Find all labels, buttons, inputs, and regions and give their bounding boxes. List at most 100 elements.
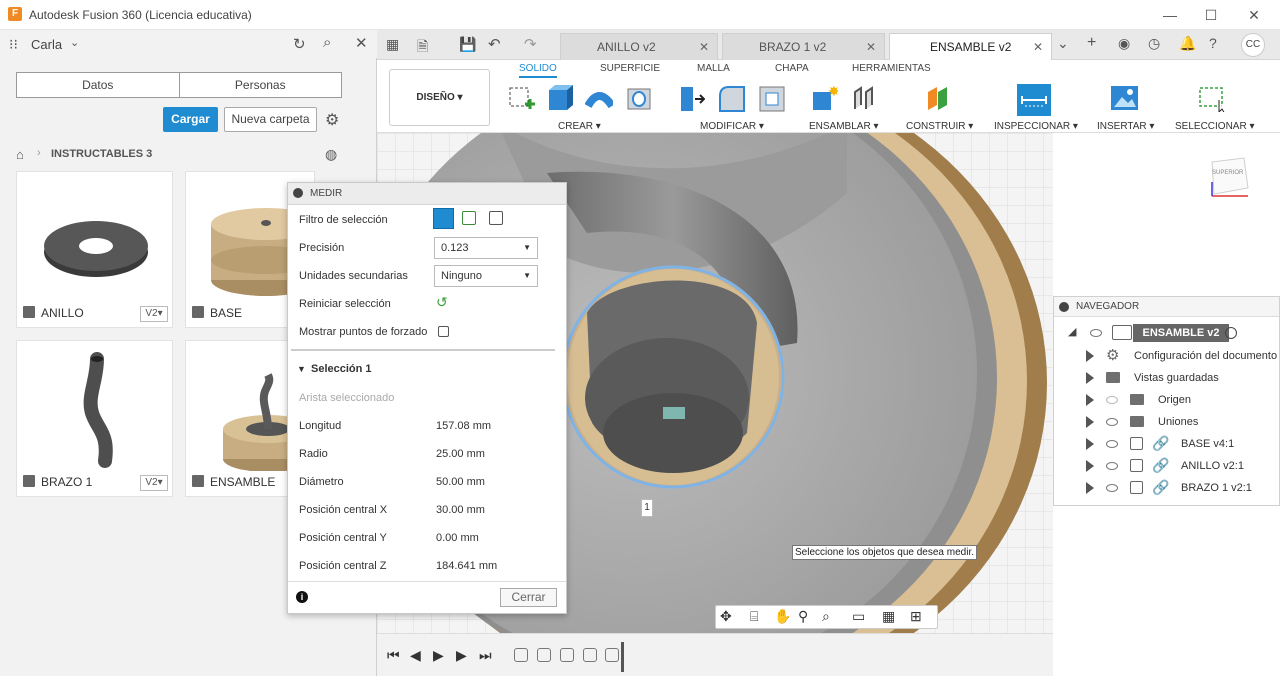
select-edge-filter-icon[interactable] bbox=[489, 211, 503, 225]
tab-solido[interactable]: SOLIDO bbox=[519, 63, 557, 78]
timeline-feature-icon[interactable] bbox=[583, 648, 597, 662]
zoom-icon[interactable]: ⚲ bbox=[798, 608, 808, 625]
select-body-filter-icon[interactable] bbox=[433, 208, 454, 229]
extensions-icon[interactable]: ◉ bbox=[1118, 35, 1130, 52]
doc-tab-brazo[interactable]: BRAZO 1 v2 ✕ bbox=[722, 33, 885, 60]
user-name[interactable]: Carla bbox=[31, 37, 62, 52]
redo-icon[interactable]: ↷ bbox=[524, 35, 537, 53]
crear-group[interactable]: CREAR ▾ bbox=[558, 121, 601, 132]
go-to-start-icon[interactable]: ⏮ bbox=[387, 647, 400, 664]
measure-icon[interactable] bbox=[1017, 84, 1051, 116]
tab-datos[interactable]: Datos bbox=[17, 73, 180, 97]
eye-icon[interactable] bbox=[1106, 462, 1118, 470]
browser-item[interactable]: 🔗 BASE v4:1 bbox=[1054, 433, 1280, 455]
undo-icon[interactable]: ↶ bbox=[488, 35, 501, 53]
close-panel-icon[interactable]: ✕ bbox=[355, 34, 368, 52]
browser-item[interactable]: Vistas guardadas bbox=[1054, 367, 1280, 389]
file-icon[interactable]: 🗎 bbox=[417, 36, 428, 60]
collapse-icon[interactable] bbox=[293, 188, 303, 198]
precision-select[interactable]: 0.123 ▼ bbox=[434, 237, 538, 259]
insertar-group[interactable]: INSERTAR ▾ bbox=[1097, 121, 1154, 132]
viewcube[interactable]: SUPERIOR bbox=[1204, 152, 1252, 202]
maximize-button[interactable]: ☐ bbox=[1201, 5, 1221, 25]
eye-icon[interactable] bbox=[1106, 484, 1118, 492]
close-tab-icon[interactable]: ✕ bbox=[1033, 34, 1043, 60]
grid-icon[interactable]: ▦ bbox=[386, 36, 399, 53]
play-icon[interactable]: ▶ bbox=[433, 647, 444, 664]
breadcrumb[interactable]: INSTRUCTABLES 3 bbox=[51, 148, 152, 160]
tab-malla[interactable]: MALLA bbox=[697, 63, 730, 74]
browser-root[interactable]: ◢ ENSAMBLE v2 bbox=[1054, 323, 1280, 345]
close-tab-icon[interactable]: ✕ bbox=[866, 34, 876, 60]
eye-hidden-icon[interactable] bbox=[1106, 396, 1118, 404]
select-window-icon[interactable] bbox=[1197, 84, 1225, 112]
help-icon[interactable]: ? bbox=[1209, 35, 1217, 51]
inspeccionar-group[interactable]: INSPECCIONAR ▾ bbox=[994, 121, 1078, 132]
home-icon[interactable]: ⌂ bbox=[16, 147, 24, 162]
timeline-joint-icon[interactable] bbox=[560, 648, 574, 662]
avatar[interactable]: CC bbox=[1241, 33, 1265, 57]
close-tab-icon[interactable]: ✕ bbox=[699, 34, 709, 60]
ensamblar-group[interactable]: ENSAMBLAR ▾ bbox=[809, 121, 878, 132]
grid-settings-icon[interactable]: ▦ bbox=[882, 608, 895, 625]
insert-image-icon[interactable] bbox=[1110, 84, 1138, 112]
browser-item[interactable]: Origen bbox=[1054, 389, 1280, 411]
timeline-feature-icon[interactable] bbox=[537, 648, 551, 662]
construir-group[interactable]: CONSTRUIR ▾ bbox=[906, 121, 973, 132]
tab-personas[interactable]: Personas bbox=[180, 73, 342, 97]
activate-icon[interactable] bbox=[1225, 327, 1237, 339]
go-to-end-icon[interactable]: ⏭ bbox=[479, 647, 492, 664]
chevron-down-icon[interactable]: ⌄ bbox=[1057, 35, 1069, 52]
display-settings-icon[interactable]: ▭ bbox=[852, 608, 865, 625]
version-dropdown[interactable]: V2▾ bbox=[140, 306, 168, 322]
fit-icon[interactable]: ⌕ bbox=[822, 608, 830, 625]
joint-icon[interactable] bbox=[850, 84, 878, 112]
fillet-icon[interactable] bbox=[717, 84, 745, 112]
close-window-button[interactable]: ✕ bbox=[1244, 5, 1264, 25]
browser-item[interactable]: 🔗 BRAZO 1 v2:1 bbox=[1054, 477, 1280, 499]
eye-icon[interactable] bbox=[1106, 418, 1118, 426]
workspace-switcher[interactable]: DISEÑO ▾ bbox=[389, 69, 490, 126]
apps-icon[interactable]: ⁝⁝ bbox=[9, 36, 18, 53]
expand-icon[interactable] bbox=[1086, 394, 1094, 406]
pan-icon[interactable]: ✋ bbox=[774, 608, 791, 625]
press-pull-icon[interactable] bbox=[677, 84, 705, 112]
tab-superficie[interactable]: SUPERFICIE bbox=[600, 63, 660, 74]
triangle-icon[interactable]: ◢ bbox=[1068, 325, 1076, 338]
offset-plane-icon[interactable] bbox=[925, 84, 953, 112]
refresh-icon[interactable]: ↻ bbox=[293, 35, 306, 53]
data-item-brazo1[interactable]: BRAZO 1 V2▾ bbox=[16, 340, 173, 497]
timeline-feature-icon[interactable] bbox=[514, 648, 528, 662]
expand-icon[interactable] bbox=[1086, 482, 1094, 494]
step-forward-icon[interactable]: ▶ bbox=[456, 647, 467, 664]
expand-icon[interactable] bbox=[1086, 350, 1094, 362]
upload-button[interactable]: Cargar bbox=[163, 107, 218, 132]
doc-tab-ensamble[interactable]: ENSAMBLE v2 ✕ bbox=[889, 33, 1052, 60]
expand-icon[interactable] bbox=[1086, 460, 1094, 472]
orbit-icon[interactable]: ✥ bbox=[720, 608, 732, 625]
triangle-down-icon[interactable]: ▼ bbox=[297, 364, 306, 374]
viewports-icon[interactable]: ⊞ bbox=[910, 608, 922, 625]
browser-item[interactable]: ⚙ Configuración del documento bbox=[1054, 345, 1280, 367]
snap-points-checkbox[interactable] bbox=[438, 326, 449, 337]
save-icon[interactable]: 💾 bbox=[459, 36, 476, 53]
chevron-down-icon[interactable]: ⌄ bbox=[70, 36, 79, 49]
reset-selection-icon[interactable]: ↺ bbox=[436, 294, 448, 311]
collapse-icon[interactable] bbox=[1059, 302, 1069, 312]
doc-tab-anillo[interactable]: ANILLO v2 ✕ bbox=[560, 33, 718, 60]
modificar-group[interactable]: MODIFICAR ▾ bbox=[700, 121, 764, 132]
timeline-joint-icon[interactable] bbox=[605, 648, 619, 662]
gear-icon[interactable]: ⚙ bbox=[325, 110, 339, 130]
timeline-marker[interactable] bbox=[621, 642, 624, 672]
globe-icon[interactable]: ◍ bbox=[325, 146, 337, 163]
browser-item[interactable]: Uniones bbox=[1054, 411, 1280, 433]
minimize-button[interactable]: — bbox=[1160, 5, 1180, 25]
eye-icon[interactable] bbox=[1090, 329, 1102, 337]
expand-icon[interactable] bbox=[1086, 416, 1094, 428]
look-at-icon[interactable]: ⌸ bbox=[750, 608, 758, 625]
create-sketch-icon[interactable] bbox=[507, 84, 535, 112]
data-item-anillo[interactable]: ANILLO V2▾ bbox=[16, 171, 173, 328]
version-dropdown[interactable]: V2▾ bbox=[140, 475, 168, 491]
select-face-filter-icon[interactable] bbox=[462, 211, 476, 225]
expand-icon[interactable] bbox=[1086, 438, 1094, 450]
